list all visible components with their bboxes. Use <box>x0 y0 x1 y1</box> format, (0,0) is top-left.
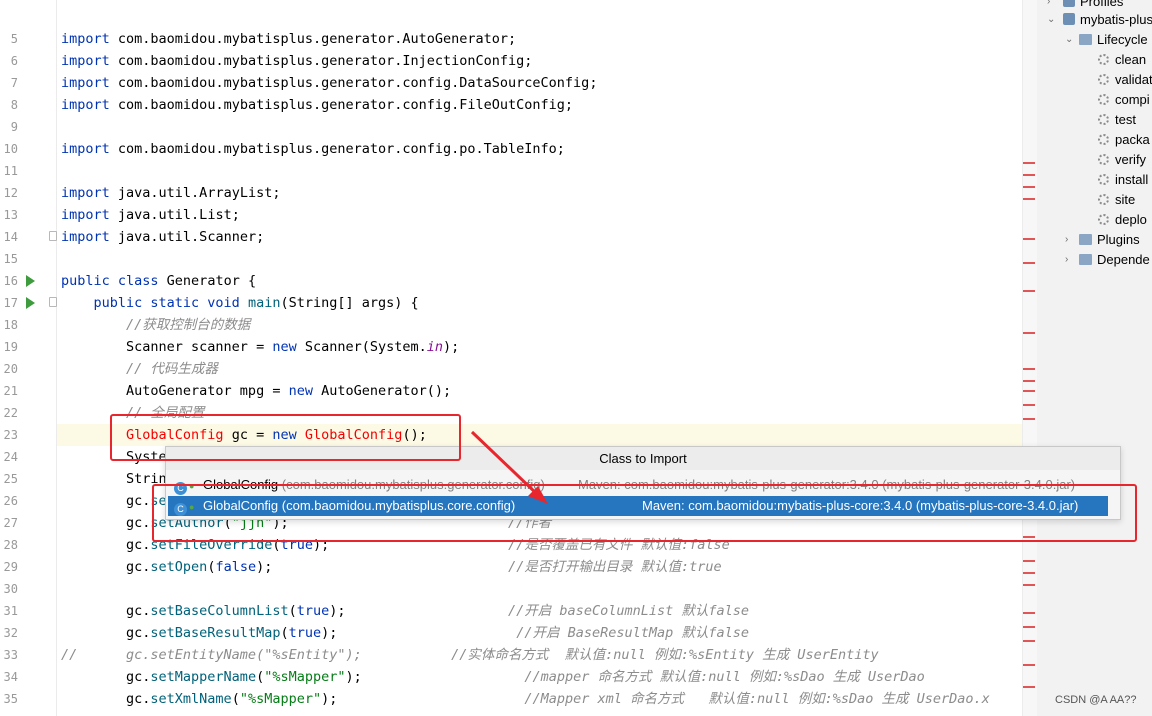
annotation-arrow <box>470 430 548 504</box>
watermark: CSDN @A AA?? <box>1055 694 1137 706</box>
